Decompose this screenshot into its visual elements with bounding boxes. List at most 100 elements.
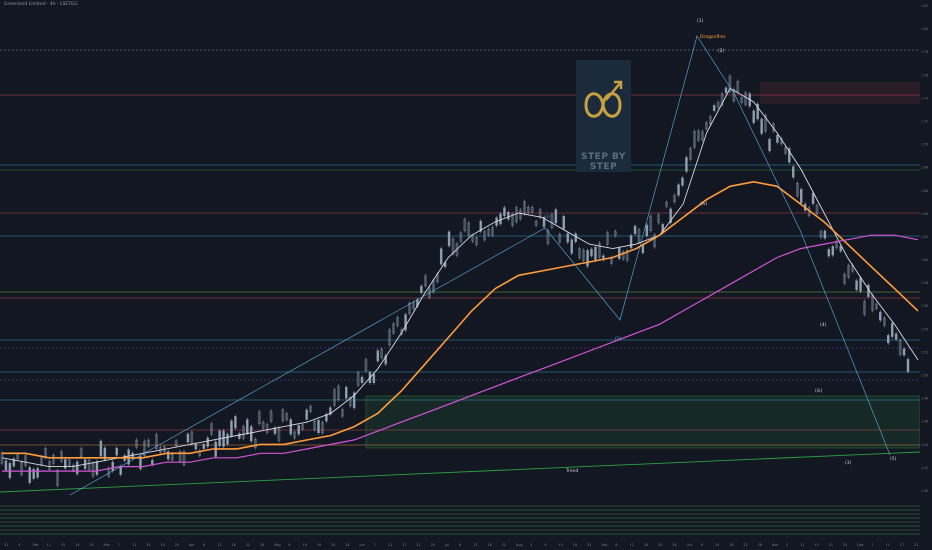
candle-body-226 — [894, 333, 898, 340]
candle-body-77 — [305, 409, 308, 420]
x-tick-label: 6 — [288, 543, 290, 547]
candle-body-150 — [594, 246, 597, 261]
x-tick-label: Aug — [516, 543, 523, 547]
candle-body-1 — [4, 460, 8, 471]
x-tick-label: 21 — [829, 543, 833, 547]
candle-body-171 — [677, 184, 680, 196]
bottom-levels-zone — [0, 505, 920, 535]
x-tick-label: Dec — [857, 543, 864, 547]
candle-body-94 — [372, 373, 376, 384]
price-chart[interactable]: 1.82 1.80 1.78 1.76 1.74 1.72 1.70 1.68 1.66 1.64… — [0, 0, 932, 550]
x-tick-label: 18 — [487, 543, 491, 547]
x-tick-label: 5 — [530, 543, 532, 547]
y-tick-label: 1.56 — [921, 304, 928, 308]
candle-body-194 — [768, 139, 771, 152]
y-tick-label: 1.48 — [921, 397, 928, 401]
candle-body-183 — [724, 87, 728, 94]
x-tick-label: 25 — [175, 543, 179, 547]
candle-body-9 — [36, 468, 39, 478]
x-tick-label: Sep — [601, 543, 607, 547]
x-tick-label: Feb — [32, 543, 38, 547]
candle-body-210 — [831, 246, 835, 256]
candle-body-87 — [345, 387, 348, 399]
x-tick-label: Jun — [358, 543, 364, 547]
annotation-label: (2) — [718, 48, 725, 54]
y-tick-label: 1.78 — [921, 50, 928, 54]
candle-body-172 — [681, 177, 684, 186]
y-tick-label: 1.54 — [921, 327, 928, 331]
annotation-label: (iii) — [815, 388, 823, 394]
candle-body-60 — [238, 433, 241, 439]
candle-body-25 — [99, 440, 103, 457]
candle-body-217 — [859, 277, 862, 292]
candle-body-190 — [752, 110, 755, 123]
x-tick-label: 15 — [559, 543, 563, 547]
x-tick-label: 20 — [331, 543, 335, 547]
x-tick-label: Apr — [189, 543, 195, 547]
x-tick-label: 16 — [317, 543, 321, 547]
candle-body-49 — [194, 443, 198, 450]
candle-body-142 — [562, 216, 565, 229]
x-tick-label: Jul — [444, 543, 449, 547]
x-tick-label: 16 — [644, 543, 648, 547]
candle-body-229 — [906, 358, 910, 372]
y-tick-label: 1.64 — [921, 212, 928, 216]
annotation-label: (i) — [545, 214, 550, 220]
x-tick-label: 17 — [900, 543, 904, 547]
supply-zone — [760, 82, 920, 104]
x-tick-label: Mar — [104, 543, 111, 547]
y-tick-label: 1.82 — [921, 4, 928, 8]
x-tick-label: 12 — [630, 543, 634, 547]
candle-body-149 — [590, 248, 593, 257]
x-tick-label: 25 — [431, 543, 435, 547]
candle-body-216 — [855, 280, 858, 290]
candle-body-38 — [151, 460, 154, 465]
y-tick-label: 1.40 — [921, 489, 928, 493]
bottom-band-2 — [0, 513, 920, 515]
y-tick-label: 1.70 — [921, 143, 928, 147]
x-tick-label: 4 — [18, 543, 20, 547]
y-tick-label: 1.62 — [921, 235, 928, 239]
x-tick-label: 17 — [402, 543, 406, 547]
candle-body-202 — [799, 189, 803, 204]
candle-body-173 — [685, 157, 688, 172]
candle-body-75 — [297, 425, 300, 435]
x-tick-label: 9 — [544, 543, 546, 547]
x-tick-label: 15 — [61, 543, 65, 547]
candle-body-19 — [75, 461, 79, 475]
bottom-band-7 — [0, 533, 920, 535]
candle-body-113 — [447, 231, 451, 247]
candle-body-208 — [823, 230, 827, 239]
y-tick-label: 1.72 — [921, 119, 928, 123]
logo-text: STEP BY STEP — [581, 152, 626, 172]
y-tick-label: 1.50 — [921, 374, 928, 378]
candle-body-126 — [499, 213, 502, 225]
chart-title: Greenland Limited · 4h · LSETGG — [4, 2, 78, 7]
x-tick-label: 10 — [303, 543, 307, 547]
candle-body-30 — [119, 466, 122, 475]
candle-body-24 — [95, 461, 99, 475]
y-tick-label: 1.74 — [921, 96, 928, 100]
x-tick-label: 12 — [473, 543, 477, 547]
x-tick-label: May — [274, 543, 281, 547]
x-tick-label: 22 — [502, 543, 506, 547]
x-tick-label: 21 — [416, 543, 420, 547]
x-tick-label: 8 — [459, 543, 461, 547]
candle-body-28 — [111, 461, 114, 471]
candle-body-52 — [206, 437, 209, 447]
candle-body-62 — [246, 419, 249, 434]
x-tick-label: 19 — [75, 543, 79, 547]
bottom-band-3 — [0, 517, 920, 519]
x-tick-label: 28 — [758, 543, 762, 547]
annotation-label: (4) — [820, 322, 827, 328]
candle-body-59 — [234, 416, 237, 429]
candle-body-224 — [887, 335, 890, 344]
x-tick-label: 22 — [246, 543, 250, 547]
y-tick-label: 1.60 — [921, 258, 928, 262]
candle-body-205 — [811, 192, 815, 204]
bottom-band-0 — [0, 505, 920, 507]
x-tick-label: 23 — [587, 543, 591, 547]
x-tick-label: 7 — [871, 543, 873, 547]
candle-body-63 — [250, 426, 253, 442]
candle-body-91 — [360, 376, 364, 383]
